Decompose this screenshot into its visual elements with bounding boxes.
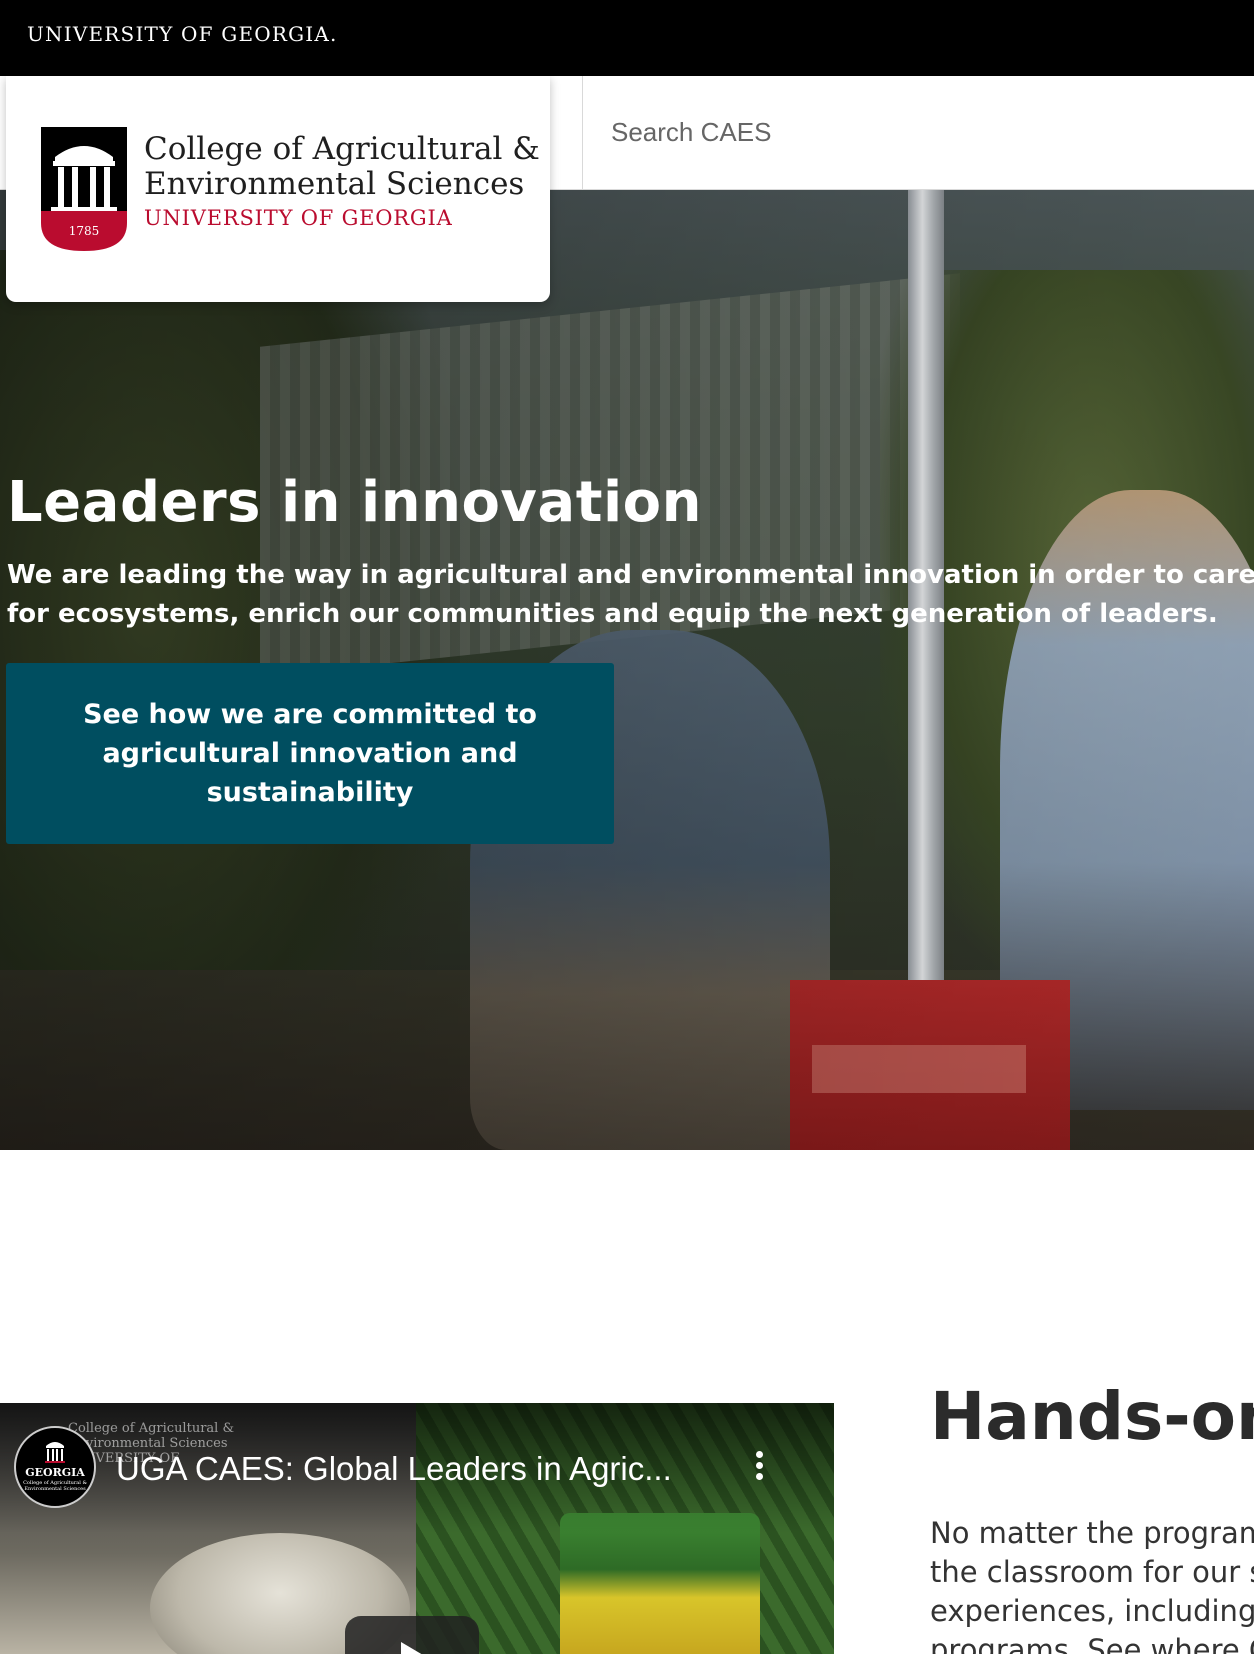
video-title-link[interactable]: UGA CAES: Global Leaders in Agric... [116, 1450, 672, 1488]
college-name-line2: Environmental Sciences [144, 166, 525, 202]
handson-heading: Hands-on [930, 1378, 1254, 1455]
play-icon [401, 1642, 423, 1654]
channel-arch-icon [45, 1442, 65, 1463]
uga-top-bar: UNIVERSITY OF GEORGIA. [0, 0, 1254, 76]
uga-wordmark-link[interactable]: UNIVERSITY OF GEORGIA. [27, 22, 338, 46]
channel-name: GEORGIA [25, 1466, 85, 1479]
innovation-cta-button[interactable]: See how we are committed to agricultural… [6, 663, 614, 844]
video-frame-tractor [560, 1513, 760, 1654]
more-vert-icon[interactable] [748, 1447, 770, 1487]
uga-arch-icon: 1785 [41, 127, 127, 251]
hero-subtitle: We are leading the way in agricultural a… [7, 560, 1254, 629]
play-button[interactable] [345, 1616, 479, 1654]
svg-text:1785: 1785 [69, 224, 100, 238]
channel-avatar[interactable]: GEORGIA College of Agricultural & Enviro… [14, 1426, 96, 1508]
university-name: UNIVERSITY OF GEORGIA [144, 206, 453, 230]
handson-body: No matter the program, the classroom for… [930, 1516, 1254, 1654]
search-input[interactable] [583, 76, 1254, 189]
channel-subtitle: College of Agricultural & Environmental … [23, 1480, 87, 1492]
embedded-video[interactable]: College of Agricultural & Environmental … [0, 1403, 834, 1654]
college-name-line1: College of Agricultural & [144, 131, 540, 167]
college-name: College of Agricultural & Environmental … [144, 132, 544, 202]
college-logo-link[interactable]: 1785 College of Agricultural & Environme… [6, 76, 550, 302]
hero-title: Leaders in innovation [7, 470, 703, 535]
